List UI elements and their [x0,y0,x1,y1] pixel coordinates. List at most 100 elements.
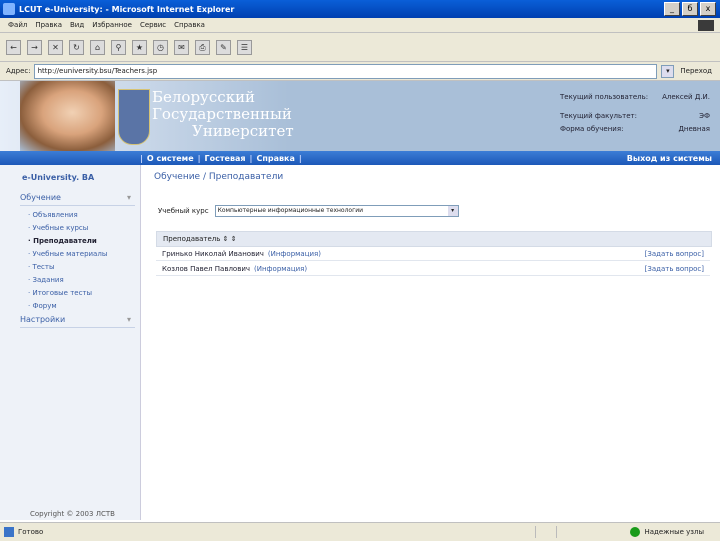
window-title: LCUT e-University: - Microsoft Internet … [19,4,235,14]
home-icon[interactable]: ⌂ [90,39,105,55]
sidebar-item-tests[interactable]: · Тесты [28,261,107,274]
sidebar-item-label: Задания [32,276,64,284]
course-select[interactable]: Компьютерные информационные технологии ▾ [214,205,459,217]
teacher-name: Козлов Павел Павлович [162,265,251,273]
sidebar: e-University. ВА Обучение ▾ · Объявления… [0,165,141,520]
close-button[interactable]: x [700,2,716,16]
sidebar-item-teachers[interactable]: · Преподаватели [28,235,107,248]
page-icon [4,527,14,537]
ie-icon [3,3,15,15]
security-zone-text: Надежные узлы [644,528,704,536]
table-row: Гринько Николай Иванович (Информация) [З… [156,248,710,261]
edit-icon[interactable]: ✎ [216,39,231,55]
user-value: Алексей Д.И. [662,93,710,101]
menu-file[interactable]: Файл [8,21,27,29]
sidebar-item-courses[interactable]: · Учебные курсы [28,222,107,235]
sidebar-item-forum[interactable]: · Форум [28,300,107,313]
logout-link[interactable]: Выход из системы [627,154,712,163]
menu-help[interactable]: Справка [174,21,205,29]
banner-photo [20,81,115,151]
top-nav: | О системе | Гостевая | Справка | Выход… [0,151,720,165]
sidebar-item-tasks[interactable]: · Задания [28,274,107,287]
forward-icon[interactable]: → [27,39,42,55]
sidebar-item-label: Тесты [32,263,55,271]
breadcrumb: Обучение / Преподаватели [154,172,284,182]
teacher-name: Гринько Николай Иванович [162,250,264,258]
table-header[interactable]: Преподаватель ⇕ ⇕ [156,231,712,247]
address-input[interactable]: http://euniversity.bsu/Teachers.jsp [33,63,658,79]
copyright: Copyright © 2003 ЛСTВ [30,510,115,518]
course-selector: Учебный курс Компьютерные информационные… [158,205,459,217]
sidebar-item-final-tests[interactable]: · Итоговые тесты [28,287,107,300]
nav-separator: | [249,153,253,163]
teacher-info-link[interactable]: (Информация) [268,248,321,260]
nav-separator: | [197,153,201,163]
sidebar-section-learning[interactable]: Обучение ▾ [20,193,135,206]
sidebar-item-label: Учебные курсы [32,224,89,232]
nav-help-link[interactable]: Справка [256,154,294,163]
nav-separator: | [140,153,143,163]
chevron-down-icon[interactable]: ▾ [447,206,458,216]
collapse-arrow-icon[interactable]: ▾ [127,193,131,202]
search-icon[interactable]: ⚲ [111,39,126,55]
menu-view[interactable]: Вид [70,21,84,29]
status-segment [556,526,575,538]
go-button[interactable]: Переход [680,67,712,75]
discuss-icon[interactable]: ☰ [237,39,252,55]
university-crest-icon [118,89,150,145]
window-titlebar: LCUT e-University: - Microsoft Internet … [0,0,720,18]
address-dropdown-icon[interactable]: ▾ [661,64,675,78]
collapse-arrow-icon[interactable]: ▾ [127,315,131,324]
nav-guestbook-link[interactable]: Гостевая [205,154,246,163]
menu-tools[interactable]: Сервис [140,21,166,29]
menu-edit[interactable]: Правка [35,21,62,29]
form-value: Дневная [678,125,710,133]
teacher-info-link[interactable]: (Информация) [254,263,307,275]
faculty-value: ЭФ [699,112,710,120]
windows-logo-icon [698,19,714,31]
university-name-line3: Университет [192,122,294,140]
sidebar-item-label: Учебные материалы [32,250,108,258]
main-content: Обучение / Преподаватели Учебный курс Ко… [150,165,712,520]
university-name-line1: Белорусский [152,88,256,106]
faculty-label: Текущий факультет: [560,112,637,120]
sidebar-item-label: Объявления [32,211,78,219]
print-icon[interactable]: ⎙ [195,39,210,55]
minimize-button[interactable]: _ [664,2,680,16]
status-text: Готово [18,528,44,536]
sidebar-menu: · Объявления · Учебные курсы · Преподава… [28,209,107,313]
sidebar-logo: e-University. ВА [22,173,95,182]
user-info: Текущий пользователь: Алексей Д.И. Текущи… [560,91,710,136]
status-ready: Готово [4,527,43,537]
back-icon[interactable]: ← [6,39,21,55]
maximize-button[interactable]: б [682,2,698,16]
status-bar: Готово Надежные узлы [0,522,720,541]
status-segment [535,526,554,538]
user-label: Текущий пользователь: [560,93,649,101]
ask-question-link[interactable]: [Задать вопрос] [645,263,704,275]
favorites-icon[interactable]: ★ [132,39,147,55]
nav-separator: | [298,153,302,163]
sidebar-item-label: Итоговые тесты [32,289,93,297]
sidebar-item-label: Преподаватели [33,237,97,245]
sidebar-section-settings-label: Настройки [20,315,66,324]
refresh-icon[interactable]: ↻ [69,39,84,55]
nav-about-link[interactable]: О системе [147,154,194,163]
sidebar-section-settings[interactable]: Настройки ▾ [20,315,135,328]
sidebar-item-label: Форум [32,302,57,310]
security-zone: Надежные узлы [630,527,704,537]
university-name-line2: Государственный [152,105,292,123]
stop-icon[interactable]: ✕ [48,39,63,55]
table-row: Козлов Павел Павлович (Информация) [Зада… [156,263,710,276]
menu-favorites[interactable]: Избранное [92,21,132,29]
history-icon[interactable]: ◷ [153,39,168,55]
sidebar-item-materials[interactable]: · Учебные материалы [28,248,107,261]
trusted-zone-icon [630,527,641,537]
mail-icon[interactable]: ✉ [174,39,189,55]
form-label: Форма обучения: [560,125,624,133]
toolbar: ← → ✕ ↻ ⌂ ⚲ ★ ◷ ✉ ⎙ ✎ ☰ [0,33,720,62]
course-select-value: Компьютерные информационные технологии [217,207,364,214]
sidebar-item-announcements[interactable]: · Объявления [28,209,107,222]
ask-question-link[interactable]: [Задать вопрос] [645,248,704,260]
site-banner: Белорусский Государственный Университет … [0,81,720,151]
